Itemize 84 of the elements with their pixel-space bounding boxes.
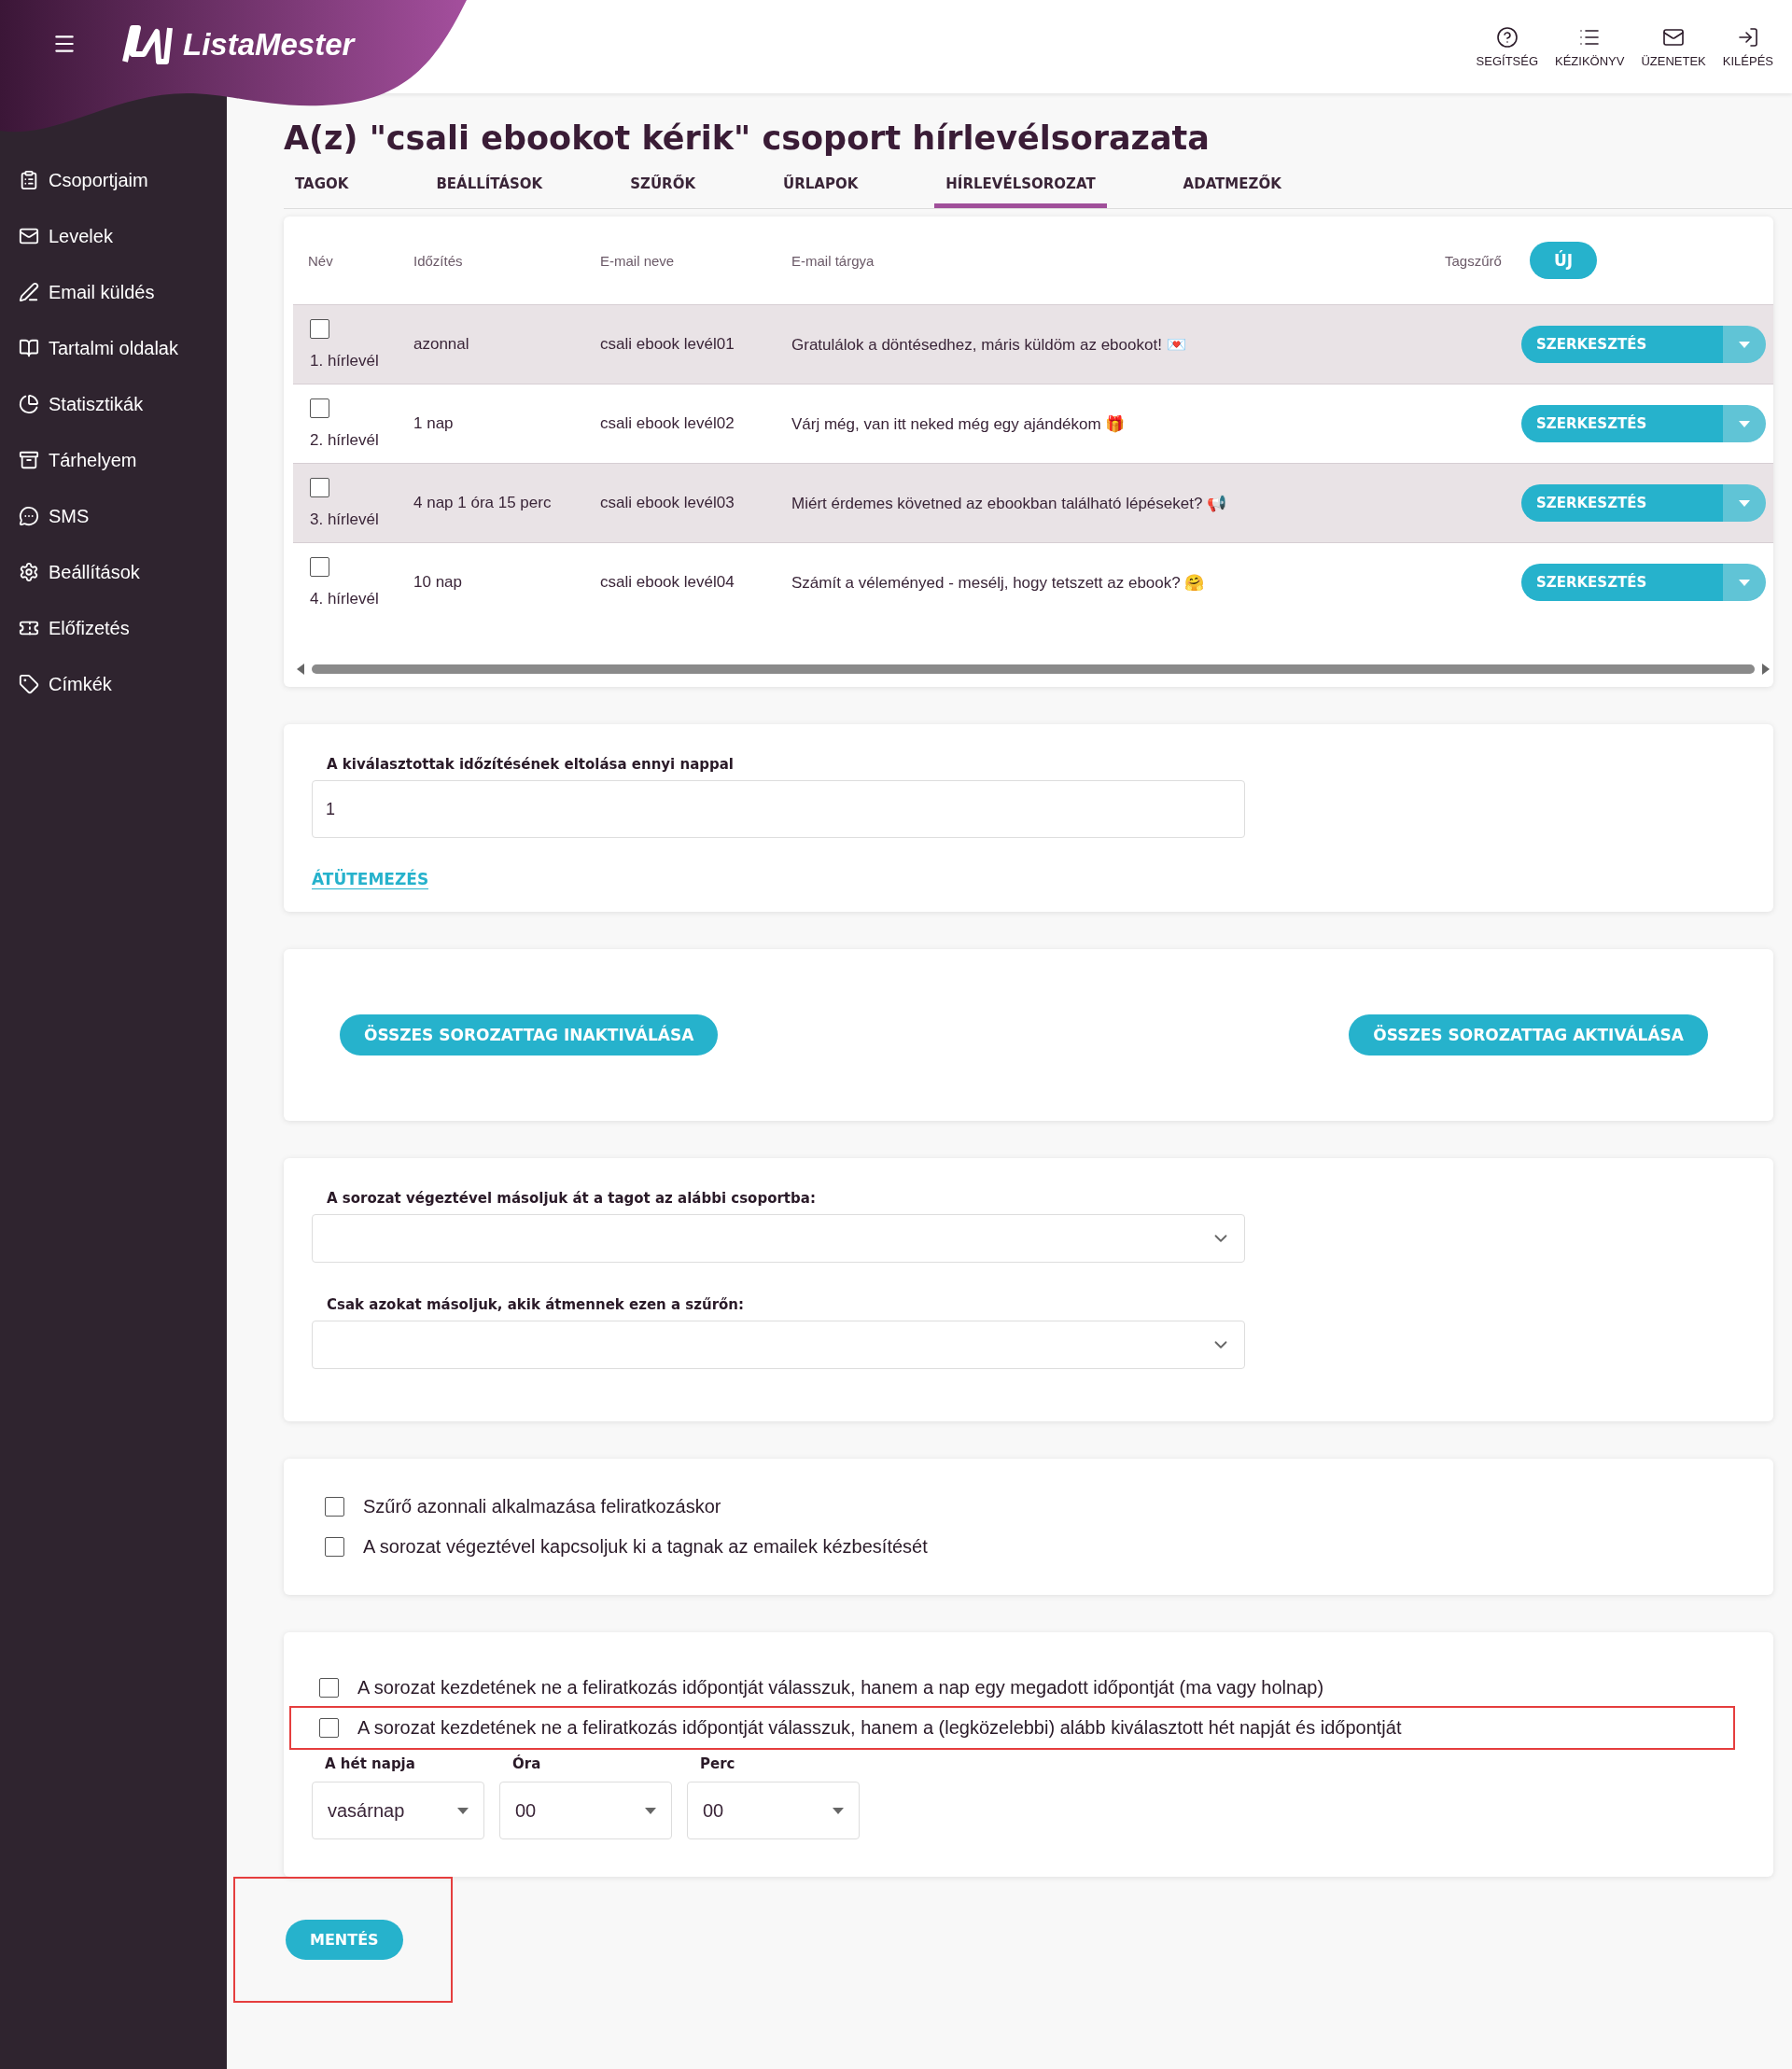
checkbox[interactable]: [319, 1718, 339, 1738]
option-label: A sorozat kezdetének ne a feliratkozás időpontját válasszuk, hanem a (legközelebbi) alább kiválasztott hét napját és időpontját: [357, 1717, 1402, 1739]
field-label: A kiválasztottak időzítésének eltolása ennyi nappal: [327, 756, 735, 773]
messages-link[interactable]: ÜZENETEK: [1641, 25, 1706, 68]
column-header: Tagszűrő: [1444, 252, 1503, 269]
sidebar-item[interactable]: Csoportjaim: [0, 159, 227, 202]
checkbox[interactable]: [319, 1678, 339, 1698]
select-field[interactable]: 00: [687, 1782, 860, 1839]
days-input[interactable]: 1: [312, 780, 1245, 838]
sidebar-item[interactable]: Tartalmi oldalak: [0, 327, 227, 370]
tab[interactable]: HÍRLEVÉLSOROZAT: [934, 170, 1107, 208]
sidebar-item[interactable]: Levelek: [0, 215, 227, 258]
table-cell-text: Számít a véleményed - mesélj, hogy tetszett az ebook? 🤗: [791, 572, 1206, 593]
checkbox[interactable]: [325, 1497, 344, 1517]
help-icon: [1495, 25, 1519, 49]
table-cell-text: Miért érdemes követned az ebookban található lépéseket? 📢: [791, 493, 1228, 513]
column-header: Név: [307, 252, 334, 269]
caret-icon: [645, 1807, 656, 1814]
tab[interactable]: ADATMEZŐK: [1171, 170, 1293, 208]
table-cell-text: 1 nap: [413, 414, 455, 433]
caret-icon: [457, 1807, 469, 1814]
field-label: A hét napja: [325, 1755, 416, 1772]
logo-icon: [121, 24, 175, 65]
option-label: A sorozat kezdetének ne a feliratkozás időpontját válasszuk, hanem a nap egy megadott időpontját (ma vagy holnap): [357, 1677, 1324, 1699]
table-cell-text: 10 nap: [413, 573, 463, 592]
sidebar-item[interactable]: Statisztikák: [0, 383, 227, 426]
help-link[interactable]: SEGÍTSÉG: [1476, 25, 1539, 68]
select-field[interactable]: 00: [499, 1782, 672, 1839]
field-label: A sorozat végeztével másoljuk át a tagot az alábbi csoportba:: [327, 1190, 817, 1207]
checkbox[interactable]: [325, 1537, 344, 1557]
field-label: Csak azokat másoljuk, akik átmennek ezen a szűrőn:: [327, 1296, 746, 1313]
caret-icon: [833, 1807, 844, 1814]
table-cell-text: csali ebook levél01: [599, 335, 735, 354]
field-label: Perc: [700, 1755, 736, 1772]
column-header: E-mail tárgya: [791, 252, 875, 269]
sidebar-item[interactable]: Tárhelyem: [0, 439, 227, 482]
tab[interactable]: BEÁLLÍTÁSOK: [425, 170, 554, 208]
checkbox[interactable]: [310, 318, 329, 339]
option-label: Szűrő azonnali alkalmazása feliratkozáskor: [363, 1496, 721, 1517]
sidebar-item[interactable]: SMS: [0, 495, 227, 538]
mail-icon: [19, 226, 39, 246]
tab[interactable]: SZŰRŐK: [619, 170, 707, 208]
tab[interactable]: TAGOK: [284, 170, 360, 208]
table-cell-text: 1. hírlevél: [310, 351, 380, 370]
checkbox[interactable]: [310, 556, 329, 577]
sidebar-item[interactable]: Beállítások: [0, 551, 227, 594]
column-header: E-mail neve: [599, 252, 676, 269]
table-cell-text: csali ebook levél04: [599, 573, 735, 592]
checkbox[interactable]: [310, 477, 329, 497]
table-cell-text: Várj még, van itt neked még egy ajándékom 🎁: [791, 413, 1127, 434]
sidebar-item[interactable]: Email küldés: [0, 271, 227, 314]
manual-link[interactable]: KÉZIKÖNYV: [1555, 25, 1625, 68]
table-cell-text: 3. hírlevél: [310, 510, 380, 529]
table-cell-text: Gratulálok a döntésedhez, máris küldöm az ebookot! 💌: [791, 334, 1187, 355]
select-field[interactable]: [312, 1214, 1245, 1263]
option-label: A sorozat végeztével kapcsoljuk ki a tagnak az emailek kézbesítését: [363, 1536, 928, 1558]
caret-icon: [1739, 499, 1750, 507]
sms-icon: [19, 506, 39, 526]
select-field[interactable]: [312, 1321, 1245, 1369]
caret-icon: [1739, 579, 1750, 586]
logout-link[interactable]: KILÉPÉS: [1722, 25, 1773, 68]
column-header: Időzítés: [413, 252, 464, 269]
stats-icon: [19, 394, 39, 414]
table-cell-text: 4. hírlevél: [310, 589, 380, 608]
caret-icon: [1739, 420, 1750, 427]
table-cell-text: 2. hírlevél: [310, 430, 380, 450]
scroll-left-icon[interactable]: [297, 664, 304, 675]
logout-icon: [1736, 25, 1759, 49]
field-label: Óra: [512, 1755, 542, 1772]
scroll-right-icon[interactable]: [1762, 664, 1770, 675]
logo-text: ListaMester: [183, 27, 355, 63]
page-title: A(z) "csali ebookot kérik" csoport hírlevélsorazata: [284, 119, 1211, 157]
table-cell-text: csali ebook levél03: [599, 494, 735, 512]
table-cell-text: csali ebook levél02: [599, 414, 735, 433]
settings-icon: [19, 562, 39, 582]
sidebar-item[interactable]: Címkék: [0, 663, 227, 706]
tags-icon: [19, 674, 39, 694]
caret-icon: [1739, 341, 1750, 348]
checkbox[interactable]: [310, 398, 329, 418]
sidebar-item[interactable]: Előfizetés: [0, 607, 227, 650]
tab[interactable]: ŰRLAPOK: [772, 170, 870, 208]
table-cell-text: azonnal: [413, 335, 470, 354]
table-cell-text: 4 nap 1 óra 15 perc: [413, 494, 553, 512]
select-field[interactable]: vasárnap: [312, 1782, 484, 1839]
